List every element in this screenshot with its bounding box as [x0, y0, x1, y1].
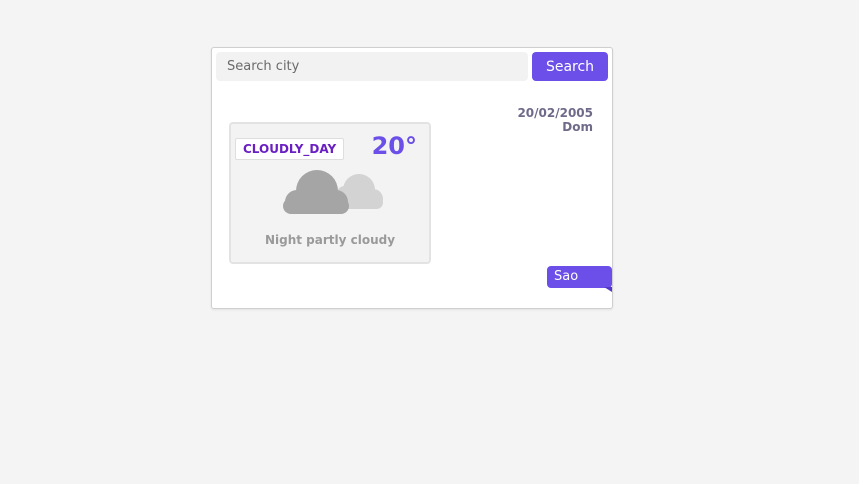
search-input[interactable] [216, 52, 528, 81]
condition-badge: CLOUDLY_DAY [235, 138, 345, 160]
city-name: Sao Paulo [554, 269, 590, 306]
cloud-icon [281, 168, 385, 222]
date-weekday: Dom [562, 120, 593, 134]
city-tag-tail [604, 287, 612, 292]
temperature: 20° [371, 132, 417, 160]
city-tag[interactable]: Sao Paulo [547, 266, 612, 306]
date-value: 20/02/2005 [517, 106, 593, 120]
search-button[interactable]: Search [532, 52, 608, 81]
weather-panel: Search 20/02/2005 Dom CLOUDLY_DAY 20° [211, 47, 613, 309]
weather-card: CLOUDLY_DAY 20° Night partly cloudy [229, 122, 431, 264]
weather-description: Night partly cloudy [264, 233, 396, 247]
date-block: 20/02/2005 Dom [517, 106, 593, 134]
